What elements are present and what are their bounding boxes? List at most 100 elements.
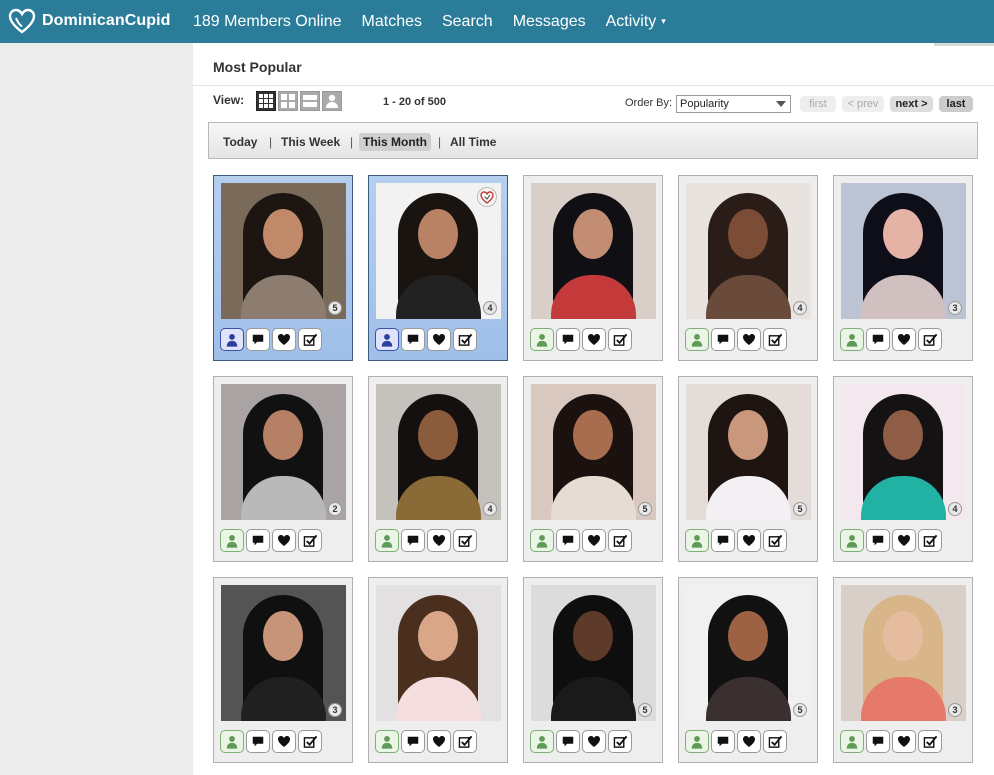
send-message-button[interactable] <box>401 529 425 552</box>
nav-activity[interactable]: Activity ▾ <box>606 13 666 31</box>
profile-card[interactable]: 4 <box>678 175 818 361</box>
send-interest-button[interactable] <box>427 529 451 552</box>
view-profile-button[interactable] <box>685 529 709 552</box>
add-to-shortlist-button[interactable] <box>918 730 942 753</box>
profile-photo[interactable]: 5 <box>531 384 656 520</box>
add-to-shortlist-button[interactable] <box>453 730 477 753</box>
add-to-shortlist-button[interactable] <box>763 730 787 753</box>
send-message-button[interactable] <box>401 730 425 753</box>
send-interest-button[interactable] <box>272 730 296 753</box>
send-message-button[interactable] <box>246 730 270 753</box>
nav-messages[interactable]: Messages <box>513 13 586 31</box>
profile-card[interactable]: 4 <box>833 376 973 562</box>
send-interest-button[interactable] <box>272 529 296 552</box>
order-by-select[interactable]: Popularity <box>676 95 791 113</box>
send-interest-button[interactable] <box>427 328 451 351</box>
profile-card[interactable]: 3 <box>833 577 973 763</box>
profile-card[interactable]: 4 <box>368 175 508 361</box>
add-to-shortlist-button[interactable] <box>918 328 942 351</box>
add-to-shortlist-button[interactable] <box>763 328 787 351</box>
view-profile-button[interactable] <box>685 730 709 753</box>
view-list-button[interactable] <box>300 91 320 111</box>
send-interest-button[interactable] <box>427 730 451 753</box>
send-message-button[interactable] <box>556 730 580 753</box>
profile-card[interactable]: 5 <box>523 376 663 562</box>
add-to-shortlist-button[interactable] <box>763 529 787 552</box>
filter-this-week[interactable]: This Week <box>277 133 344 151</box>
add-to-shortlist-button[interactable] <box>453 529 477 552</box>
send-message-button[interactable] <box>711 730 735 753</box>
profile-card[interactable]: 3 <box>833 175 973 361</box>
pager-last-button[interactable]: last <box>939 96 973 112</box>
profile-photo[interactable]: 5 <box>531 585 656 721</box>
pager-next-button[interactable]: next > <box>890 96 933 112</box>
send-message-button[interactable] <box>556 529 580 552</box>
add-to-shortlist-button[interactable] <box>918 529 942 552</box>
add-to-shortlist-button[interactable] <box>453 328 477 351</box>
send-interest-button[interactable] <box>582 529 606 552</box>
add-to-shortlist-button[interactable] <box>608 328 632 351</box>
profile-photo[interactable]: 5 <box>686 384 811 520</box>
view-large-grid-button[interactable] <box>278 91 298 111</box>
view-profile-button[interactable] <box>375 328 399 351</box>
send-interest-button[interactable] <box>737 328 761 351</box>
add-to-shortlist-button[interactable] <box>298 328 322 351</box>
send-message-button[interactable] <box>866 529 890 552</box>
profile-card[interactable]: 3 <box>213 577 353 763</box>
profile-photo[interactable]: 5 <box>221 183 346 319</box>
send-message-button[interactable] <box>401 328 425 351</box>
send-interest-button[interactable] <box>582 328 606 351</box>
send-message-button[interactable] <box>866 730 890 753</box>
view-profile-button[interactable] <box>220 730 244 753</box>
send-message-button[interactable] <box>711 529 735 552</box>
filter-all-time[interactable]: All Time <box>446 133 500 151</box>
profile-photo[interactable]: 2 <box>221 384 346 520</box>
view-profile-button[interactable] <box>530 529 554 552</box>
send-interest-button[interactable] <box>737 730 761 753</box>
view-profile-button[interactable] <box>530 328 554 351</box>
view-profile-button[interactable] <box>220 328 244 351</box>
profile-photo[interactable]: 4 <box>841 384 966 520</box>
profile-photo[interactable]: 3 <box>841 585 966 721</box>
profile-photo[interactable]: 4 <box>376 384 501 520</box>
view-profile-button[interactable] <box>840 328 864 351</box>
add-to-shortlist-button[interactable] <box>608 529 632 552</box>
view-small-grid-button[interactable] <box>256 91 276 111</box>
view-profile-button[interactable] <box>375 529 399 552</box>
nav-matches[interactable]: Matches <box>362 13 422 31</box>
profile-photo[interactable] <box>376 585 501 721</box>
add-to-shortlist-button[interactable] <box>298 529 322 552</box>
send-interest-button[interactable] <box>737 529 761 552</box>
view-profile-button[interactable] <box>220 529 244 552</box>
profile-card[interactable]: 4 <box>368 376 508 562</box>
view-profile-button[interactable] <box>530 730 554 753</box>
site-logo[interactable]: DominicanCupid <box>8 7 171 35</box>
profile-card[interactable]: 5 <box>213 175 353 361</box>
profile-card[interactable]: 5 <box>523 577 663 763</box>
profile-card[interactable] <box>523 175 663 361</box>
send-interest-button[interactable] <box>272 328 296 351</box>
profile-photo[interactable]: 3 <box>221 585 346 721</box>
nav-search[interactable]: Search <box>442 13 493 31</box>
send-message-button[interactable] <box>556 328 580 351</box>
profile-photo[interactable]: 4 <box>376 183 501 319</box>
send-interest-button[interactable] <box>892 730 916 753</box>
send-interest-button[interactable] <box>892 529 916 552</box>
profile-photo[interactable] <box>531 183 656 319</box>
send-message-button[interactable] <box>711 328 735 351</box>
send-interest-button[interactable] <box>582 730 606 753</box>
send-interest-button[interactable] <box>892 328 916 351</box>
view-profile-button[interactable] <box>840 529 864 552</box>
view-profile-button[interactable] <box>375 730 399 753</box>
profile-card[interactable] <box>368 577 508 763</box>
add-to-shortlist-button[interactable] <box>298 730 322 753</box>
profile-card[interactable]: 5 <box>678 577 818 763</box>
view-profile-button[interactable] <box>685 328 709 351</box>
view-single-profile-button[interactable] <box>322 91 342 111</box>
send-message-button[interactable] <box>246 529 270 552</box>
profile-photo[interactable]: 4 <box>686 183 811 319</box>
filter-this-month[interactable]: This Month <box>359 133 431 151</box>
profile-card[interactable]: 5 <box>678 376 818 562</box>
filter-today[interactable]: Today <box>219 133 261 151</box>
view-profile-button[interactable] <box>840 730 864 753</box>
